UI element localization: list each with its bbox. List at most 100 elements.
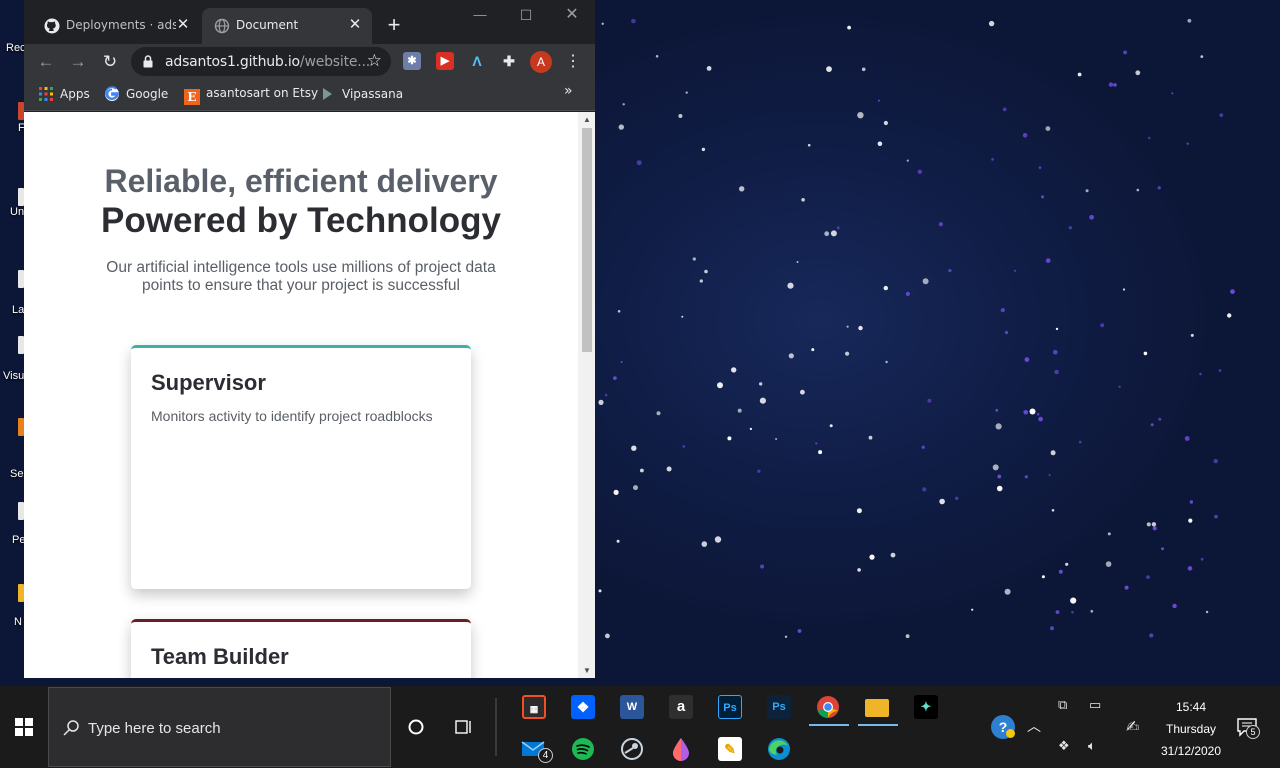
hero-heading-line1: Reliable, efficient delivery xyxy=(104,163,498,199)
edge-icon[interactable] xyxy=(764,734,794,764)
bookmark-label: asantosart on Etsy xyxy=(206,86,319,100)
wallpaper-star xyxy=(921,445,925,449)
wallpaper-star xyxy=(1070,597,1077,604)
desktop-icon-4[interactable]: La xyxy=(0,266,24,326)
bookmark-google[interactable]: Google xyxy=(104,86,168,104)
desktop-icon-6[interactable]: Se xyxy=(0,416,24,480)
minimize-button[interactable]: — xyxy=(468,4,492,26)
reload-icon[interactable]: ↻ xyxy=(99,51,121,73)
wallpaper-star xyxy=(704,269,708,274)
help-icon[interactable]: ? xyxy=(988,712,1018,742)
steam-icon[interactable] xyxy=(617,734,647,764)
desktop-icon-recycle[interactable]: Rec xyxy=(0,38,26,98)
wallpaper-star xyxy=(749,427,753,431)
bookmark-vipassana[interactable]: Vipassana xyxy=(320,86,403,104)
wallpaper-star xyxy=(655,55,659,58)
wallpaper-star xyxy=(1151,522,1157,527)
desktop-icon-5[interactable]: Visu xyxy=(0,334,24,394)
tab-document[interactable]: Document ✕ xyxy=(202,8,372,44)
wallpaper-star xyxy=(788,353,794,359)
menu-kebab-icon[interactable]: ⋮ xyxy=(562,51,584,73)
hero-subtitle: Our artificial intelligence tools use mi… xyxy=(106,259,496,294)
wallpaper-star xyxy=(997,474,1002,479)
task-view-icon[interactable] xyxy=(448,712,478,742)
bookmark-star-icon[interactable]: ☆ xyxy=(367,51,382,71)
start-button[interactable] xyxy=(0,686,48,768)
maximize-button[interactable]: ☐ xyxy=(514,4,538,26)
word-icon[interactable]: W xyxy=(617,692,647,722)
file-explorer-icon[interactable] xyxy=(862,692,892,722)
desktop-icon-label: Un xyxy=(10,206,25,218)
cortana-icon[interactable] xyxy=(401,712,431,742)
microsoft-store-icon[interactable]: ▦ xyxy=(519,692,549,722)
paint-drop-icon[interactable] xyxy=(666,734,696,764)
wallpaper-star xyxy=(633,485,638,491)
address-bar[interactable]: adsantos1.github.io/website... ☆ xyxy=(131,47,391,76)
puzzle-color-icon[interactable]: ✱ xyxy=(403,52,421,70)
desktop-icon-8[interactable]: N xyxy=(0,582,24,642)
bookmark-apps[interactable]: Apps xyxy=(38,86,90,104)
scrollbar-thumb[interactable] xyxy=(582,128,592,352)
scroll-up-arrow-icon[interactable]: ▲ xyxy=(582,115,592,124)
wallpaper-star xyxy=(1078,440,1082,444)
new-tab-button[interactable]: + xyxy=(382,13,406,37)
close-tab-icon[interactable]: ✕ xyxy=(175,16,191,32)
pen-ink-icon[interactable]: ✍︎ xyxy=(1126,717,1139,737)
photoshop-icon[interactable]: Ps xyxy=(715,692,745,722)
desktop-icon-2[interactable]: F xyxy=(0,96,25,156)
volume-icon[interactable]: 🔈︎ xyxy=(1088,738,1096,754)
red-square-icon[interactable]: ▶ xyxy=(436,52,454,70)
wallpaper-star xyxy=(598,399,604,405)
desktop-icon-label: N xyxy=(14,616,22,628)
sketchbook-icon[interactable]: ✎ xyxy=(715,734,745,764)
scroll-down-arrow-icon[interactable]: ▼ xyxy=(582,666,592,675)
chrome-taskbar-icon[interactable] xyxy=(813,692,843,722)
etsy-icon: E xyxy=(184,89,200,105)
desktop-icon-7[interactable]: Pe xyxy=(0,500,25,560)
mail-badge: 4 xyxy=(538,748,553,763)
show-hidden-icons-chevron-icon[interactable]: ︿ xyxy=(1027,716,1041,736)
forward-arrow-icon[interactable]: → xyxy=(67,51,89,73)
wallpaper-star xyxy=(1136,188,1140,192)
bookmark-etsy[interactable]: Easantosart on Etsy xyxy=(184,86,319,105)
battery-icon[interactable]: ▭ xyxy=(1089,697,1101,713)
mail-icon[interactable]: 4 xyxy=(519,734,553,764)
dropbox-tray-icon[interactable]: ❖ xyxy=(1058,738,1070,754)
wallpaper-star xyxy=(701,541,708,547)
wallpaper-star xyxy=(620,361,623,363)
tab-deployments[interactable]: Deployments · adsa ✕ xyxy=(32,8,200,44)
wallpaper-star xyxy=(1071,610,1074,614)
wallpaper-star xyxy=(727,436,732,441)
system-clock[interactable]: 15:44 Thursday 31/12/2020 xyxy=(1152,696,1230,762)
close-tab-icon[interactable]: ✕ xyxy=(347,16,363,32)
wallpaper-star xyxy=(1068,226,1072,230)
wallpaper-star xyxy=(617,310,621,313)
wallpaper-star xyxy=(995,423,1002,430)
cortana-ring-icon xyxy=(408,719,424,735)
meet-now-icon[interactable]: ⧉ xyxy=(1058,697,1067,713)
photoshop-alt-icon[interactable]: Ps xyxy=(764,692,794,722)
back-arrow-icon[interactable]: ← xyxy=(35,51,57,73)
wallpaper-star xyxy=(1051,509,1055,512)
desktop-icon-label: La xyxy=(12,304,25,316)
wallpaper-star xyxy=(988,20,995,27)
wallpaper-star xyxy=(1122,288,1126,291)
blue-a-icon[interactable]: Λ xyxy=(468,52,486,70)
inkscape-icon[interactable]: ✦ xyxy=(911,692,941,722)
page-scrollbar[interactable]: ▲ ▼ xyxy=(578,112,595,678)
wallpaper-star xyxy=(666,466,672,472)
amazon-icon[interactable]: a xyxy=(666,692,696,722)
profile-avatar[interactable]: A xyxy=(530,51,552,73)
clock-time: 15:44 xyxy=(1175,700,1207,714)
wallpaper-star xyxy=(775,438,778,440)
spotify-icon[interactable] xyxy=(568,734,598,764)
action-center-icon[interactable]: 5 xyxy=(1234,714,1264,744)
desktop-icon-3[interactable]: Un xyxy=(0,184,24,244)
taskbar-search-box[interactable]: Type here to search xyxy=(48,687,391,767)
close-window-button[interactable]: ✕ xyxy=(560,4,584,26)
dropbox-icon[interactable]: ❖ xyxy=(568,692,598,722)
bookmarks-overflow-icon[interactable]: » xyxy=(564,83,573,101)
extensions-puzzle-icon[interactable]: ✚ xyxy=(500,52,518,70)
wallpaper-star xyxy=(883,285,888,291)
hero-heading-line2: Powered by Technology xyxy=(101,201,501,240)
